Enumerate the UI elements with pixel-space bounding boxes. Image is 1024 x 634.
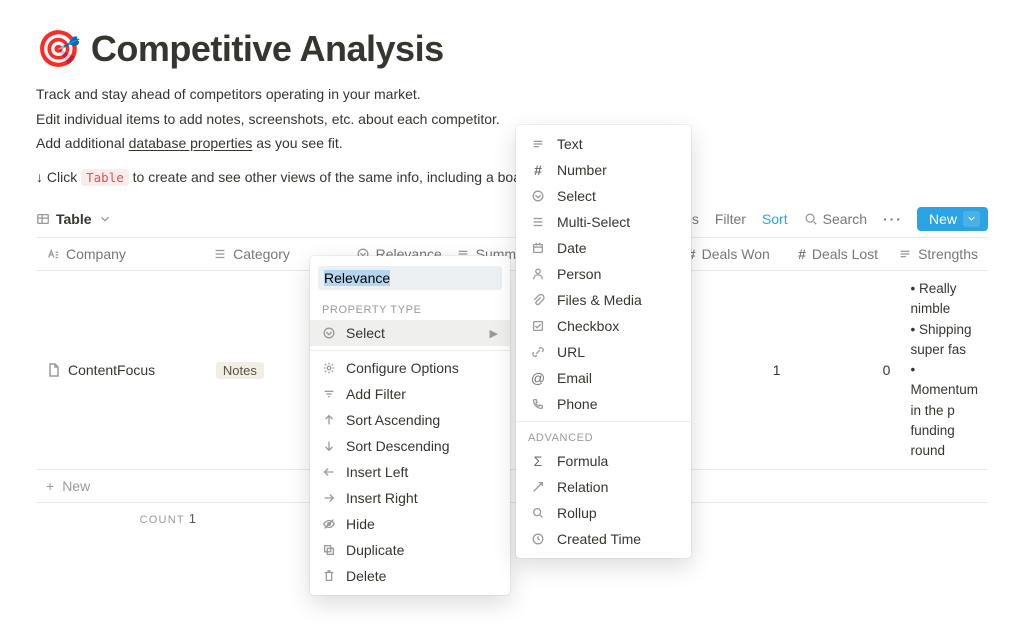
type-email[interactable]: @Email [516,365,691,391]
number-icon: # [530,162,546,178]
table-icon [36,212,50,226]
multiselect-icon [213,247,227,261]
eye-off-icon [322,517,336,531]
search-icon [804,212,818,226]
view-toolbar: Table erties Filter Sort Search ··· New [36,201,988,237]
text-icon [898,247,912,261]
advanced-header: ADVANCED [516,426,691,448]
arrow-down-icon [322,439,336,453]
checkbox-icon [530,318,546,334]
type-text[interactable]: Text [516,131,691,157]
select-icon [530,188,546,204]
formula-icon: Σ [530,453,546,469]
property-type-popover: Text #Number Select Multi-Select Date Pe… [516,125,691,558]
email-icon: @ [530,370,546,386]
arrow-up-icon [322,413,336,427]
sort-descending-button[interactable]: Sort Descending [310,433,510,459]
attachment-icon [530,292,546,308]
sort-ascending-button[interactable]: Sort Ascending [310,407,510,433]
delete-button[interactable]: Delete [310,563,510,589]
number-icon: # [798,246,806,262]
sort-button[interactable]: Sort [762,211,788,227]
page-title[interactable]: Competitive Analysis [91,28,444,70]
type-phone[interactable]: Phone [516,391,691,417]
column-header-company[interactable]: Company [36,238,203,270]
type-relation[interactable]: Relation [516,474,691,500]
plus-icon: + [46,478,54,494]
description-line-2[interactable]: Edit individual items to add notes, scre… [36,109,988,131]
strengths-text: • Really nimble • Shipping super fas • M… [910,279,978,461]
phone-icon [530,396,546,412]
duplicate-icon [322,543,336,557]
person-icon [530,266,546,282]
database-table: Company Category Relevance Summ # Deals … [36,237,988,534]
title-icon [46,247,60,261]
search-icon [530,505,546,521]
database-properties-link[interactable]: database properties [129,135,253,151]
new-row-button[interactable]: + New [36,470,988,503]
type-checkbox[interactable]: Checkbox [516,313,691,339]
type-multiselect[interactable]: Multi-Select [516,209,691,235]
type-rollup[interactable]: Rollup [516,500,691,526]
filter-icon [322,387,336,401]
type-files[interactable]: Files & Media [516,287,691,313]
type-number[interactable]: #Number [516,157,691,183]
type-formula[interactable]: ΣFormula [516,448,691,474]
arrow-left-icon [322,465,336,479]
calendar-icon [530,240,546,256]
type-select[interactable]: Select [516,183,691,209]
duplicate-button[interactable]: Duplicate [310,537,510,563]
table-code-tag: Table [81,169,129,186]
search-button[interactable]: Search [804,211,867,227]
chevron-down-icon[interactable] [963,211,980,227]
category-tag: Notes [216,362,264,379]
cell-deals-won[interactable]: 1 [681,271,791,469]
gear-icon [322,361,336,375]
cell-company[interactable]: ContentFocus [36,271,206,469]
page-icon [46,362,62,378]
insert-left-button[interactable]: Insert Left [310,459,510,485]
column-config-popover: PROPERTY TYPE Select ▶ Configure Options… [310,256,510,595]
link-icon [530,344,546,360]
select-icon [322,326,336,340]
chevron-right-icon: ▶ [490,327,498,340]
type-date[interactable]: Date [516,235,691,261]
cell-strengths[interactable]: • Really nimble • Shipping super fas • M… [900,271,988,469]
count-footer[interactable]: COUNT1 [36,503,206,534]
type-person[interactable]: Person [516,261,691,287]
property-type-row[interactable]: Select ▶ [310,320,510,346]
hide-button[interactable]: Hide [310,511,510,537]
description-line-3[interactable]: Add additional database properties as yo… [36,133,988,155]
property-type-header: PROPERTY TYPE [310,298,510,320]
multiselect-icon [530,214,546,230]
relation-icon [530,479,546,495]
description-line-1[interactable]: Track and stay ahead of competitors oper… [36,84,988,106]
cell-deals-lost[interactable]: 0 [791,271,901,469]
column-header-strengths[interactable]: Strengths [888,238,988,270]
new-button[interactable]: New [917,207,988,231]
text-icon [530,136,546,152]
type-created-time[interactable]: Created Time [516,526,691,552]
table-header-row: Company Category Relevance Summ # Deals … [36,238,988,271]
type-url[interactable]: URL [516,339,691,365]
view-switcher[interactable]: Table [36,211,112,227]
chevron-down-icon [98,212,112,226]
more-button[interactable]: ··· [883,211,903,227]
column-name-input[interactable] [318,266,502,290]
page-title-row: 🎯 Competitive Analysis [36,28,988,70]
page-icon[interactable]: 🎯 [36,31,81,67]
clock-icon [530,531,546,547]
arrow-right-icon [322,491,336,505]
table-row[interactable]: ContentFocus Notes 1 0 • Really nimble •… [36,271,988,470]
filter-button[interactable]: Filter [715,211,746,227]
column-header-deals-lost[interactable]: # Deals Lost [780,238,888,270]
configure-options-button[interactable]: Configure Options [310,355,510,381]
insert-right-button[interactable]: Insert Right [310,485,510,511]
hint-line[interactable]: ↓ Click Table to create and see other vi… [36,169,988,185]
add-filter-button[interactable]: Add Filter [310,381,510,407]
trash-icon [322,569,336,583]
